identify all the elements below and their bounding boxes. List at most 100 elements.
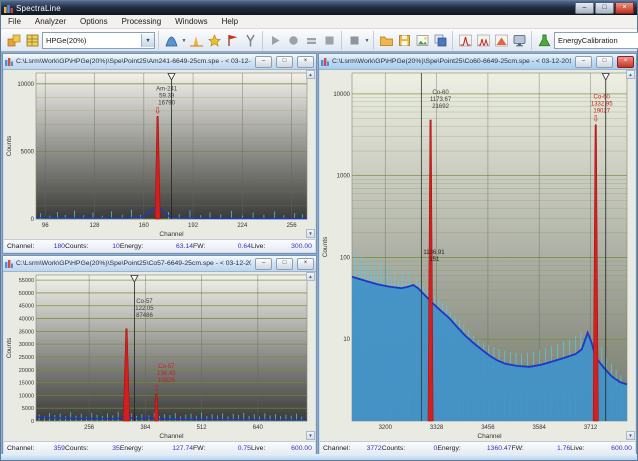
stop-alt-caret[interactable]: ▼ (364, 33, 370, 48)
export-image-icon[interactable] (414, 32, 431, 49)
start-button[interactable] (267, 32, 284, 49)
co57-maximize-button[interactable]: □ (276, 258, 293, 270)
svg-text:3584: 3584 (533, 425, 547, 431)
am241-window-titlebar[interactable]: C:\Lsrm\Work\GP\HPGe(20%)\Spe\Point25\Am… (3, 54, 316, 70)
peak-search-icon[interactable] (188, 32, 205, 49)
svg-text:Counts: Counts (6, 337, 13, 358)
spectrum-single-icon[interactable] (457, 32, 474, 49)
open-file-icon[interactable] (378, 32, 395, 49)
svg-text:3328: 3328 (430, 425, 444, 431)
workspace-icon[interactable] (6, 32, 23, 49)
svg-text:10000: 10000 (19, 393, 34, 399)
am241-maximize-button[interactable]: □ (276, 56, 293, 68)
app-title: SpectraLine (16, 4, 61, 13)
co57-spectrum-chart[interactable]: 0500010000150002000025000300003500040000… (4, 272, 317, 441)
stop-alt-button[interactable] (346, 32, 363, 49)
co60-scroll-down-button[interactable]: ▼ (626, 431, 635, 440)
co60-close-button[interactable]: × (617, 56, 634, 68)
spectrum-window-am241: C:\Lsrm\Work\GP\HPGe(20%)\Spe\Point25\Am… (2, 53, 317, 254)
co57-minimize-button[interactable]: – (255, 258, 272, 270)
co57-window-titlebar[interactable]: C:\Lsrm\Work\GP\HPGe(20%)\Spe\Point25\Co… (3, 256, 316, 272)
calibration-combo[interactable]: EnergyCalibration ▼ (554, 32, 638, 49)
energy-value: 127.74 (172, 445, 193, 452)
live-label: Live: (570, 445, 584, 452)
am241-plot-container: 050001000096128160192224256ChannelCounts… (4, 70, 315, 238)
am241-scroll-up-button[interactable]: ▲ (306, 70, 315, 79)
detector-combo[interactable]: HPGe(20%) ▼ (42, 32, 155, 49)
svg-text:0: 0 (31, 419, 34, 425)
svg-text:Co-57: Co-57 (158, 364, 175, 370)
co57-scroll-down-button[interactable]: ▼ (306, 431, 315, 440)
svg-text:0: 0 (31, 217, 35, 223)
svg-text:10: 10 (343, 337, 350, 343)
svg-text:25000: 25000 (19, 355, 34, 361)
app-window: SpectraLine – □ × File Analyzer Options … (0, 0, 638, 461)
spectrum-multi-icon[interactable] (475, 32, 492, 49)
roi-tool-icon[interactable] (242, 32, 259, 49)
svg-text:⇩: ⇩ (154, 105, 162, 115)
menu-file[interactable]: File (1, 15, 28, 28)
co57-scroll-up-button[interactable]: ▲ (306, 272, 315, 281)
svg-text:55000: 55000 (19, 278, 34, 284)
co57-plot-container: 0500010000150002000025000300003500040000… (4, 272, 315, 440)
spectra-table-icon[interactable] (24, 32, 41, 49)
smoothing-caret[interactable]: ▼ (181, 33, 187, 48)
channel-label: Channel: (7, 445, 34, 452)
menu-analyzer[interactable]: Analyzer (28, 15, 73, 28)
minimize-button[interactable]: – (575, 3, 594, 14)
svg-text:3712: 3712 (584, 425, 598, 431)
live-value: 600.00 (291, 445, 312, 452)
menu-help[interactable]: Help (215, 15, 245, 28)
titlebar: SpectraLine – □ × (1, 1, 637, 15)
record-button[interactable] (285, 32, 302, 49)
svg-text:10825: 10825 (158, 378, 175, 384)
co57-window-title: C:\Lsrm\Work\GP\HPGe(20%)\Spe\Point25\Co… (16, 260, 251, 267)
svg-text:Counts: Counts (322, 236, 329, 257)
detector-combo-arrow[interactable]: ▼ (141, 34, 154, 47)
channel-value: 3772 (367, 445, 382, 452)
counts-label: Counts: (382, 445, 405, 452)
channel-value: 180 (54, 243, 65, 250)
svg-text:3456: 3456 (481, 425, 495, 431)
am241-minimize-button[interactable]: – (255, 56, 272, 68)
maximize-button[interactable]: □ (595, 3, 614, 14)
live-value: 600.00 (611, 445, 632, 452)
co60-spectrum-chart[interactable]: 1010010001000032003328345635843712Channe… (320, 70, 637, 441)
co60-window-titlebar[interactable]: C:\Lsrm\Work\GP\HPGe(20%)\Spe\Point25\Co… (319, 54, 636, 70)
am241-status-bar: Channel:180 Counts:10 Energy:63.14 FW:0.… (4, 239, 315, 252)
channel-label: Channel: (7, 243, 34, 250)
save-file-icon[interactable] (396, 32, 413, 49)
am241-close-button[interactable]: × (297, 56, 314, 68)
spectrum-window-icon (321, 58, 329, 66)
stop-button[interactable] (321, 32, 338, 49)
copy-spectrum-icon[interactable] (432, 32, 449, 49)
svg-text:256: 256 (287, 223, 298, 229)
svg-text:Counts: Counts (6, 135, 13, 156)
smoothing-icon[interactable] (163, 32, 180, 49)
menu-processing[interactable]: Processing (115, 15, 169, 28)
menu-options[interactable]: Options (73, 15, 115, 28)
co60-plot-container: 1010010001000032003328345635843712Channe… (320, 70, 635, 440)
detector-monitor-icon[interactable] (511, 32, 528, 49)
svg-text:96: 96 (42, 223, 49, 229)
co57-close-button[interactable]: × (297, 258, 314, 270)
am241-scroll-down-button[interactable]: ▼ (306, 229, 315, 238)
co60-minimize-button[interactable]: – (575, 56, 592, 68)
am241-spectrum-chart[interactable]: 050001000096128160192224256ChannelCounts… (4, 70, 317, 239)
efficiency-flask-icon[interactable] (536, 32, 553, 49)
menu-windows[interactable]: Windows (168, 15, 214, 28)
svg-text:122.05: 122.05 (135, 306, 154, 312)
svg-text:384: 384 (140, 425, 151, 431)
calibration-star-icon[interactable] (206, 32, 223, 49)
fw-label: FW: (511, 445, 523, 452)
svg-text:Co-60: Co-60 (594, 95, 611, 101)
co60-maximize-button[interactable]: □ (596, 56, 613, 68)
spectrum-fill-icon[interactable] (493, 32, 510, 49)
fw-label: FW: (193, 445, 205, 452)
nuclide-flag-icon[interactable] (224, 32, 241, 49)
svg-text:59.39: 59.39 (159, 93, 175, 99)
close-button[interactable]: × (615, 3, 634, 14)
window-bottom-edge (1, 454, 637, 460)
pause-button[interactable] (303, 32, 320, 49)
co60-scroll-up-button[interactable]: ▲ (626, 70, 635, 79)
